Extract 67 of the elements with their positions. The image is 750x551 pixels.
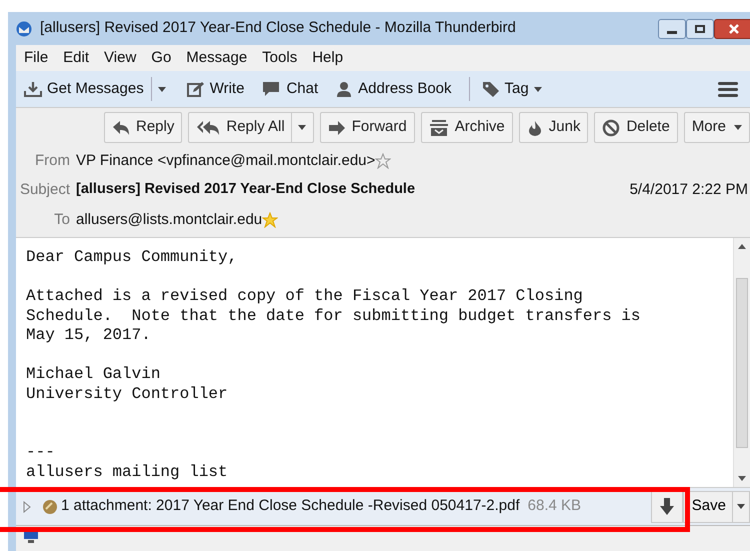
body-line: --- <box>26 443 56 462</box>
download-tray-icon <box>24 81 42 97</box>
toolbar-button[interactable]: Tag <box>482 78 542 100</box>
subject-label: Subject <box>18 180 71 200</box>
to-label: To <box>53 210 71 230</box>
prohibited-icon <box>602 118 620 136</box>
scroll-down-icon[interactable] <box>738 476 746 481</box>
save-button[interactable]: Save <box>682 490 750 522</box>
download-icon[interactable] <box>650 490 683 522</box>
date-text: 5/4/2017 2:22 PM <box>630 180 749 200</box>
body-line: Attached is a revised copy of the Fiscal Year 2017 Closing <box>26 287 584 306</box>
maximize-button[interactable] <box>686 18 714 38</box>
body-line: Dear Campus Community, <box>26 248 238 268</box>
menu-item[interactable]: Message <box>186 46 248 70</box>
scrollbar[interactable] <box>733 238 750 487</box>
toolbar-button[interactable]: Chat <box>261 78 318 100</box>
body-line: Michael Galvin <box>26 365 162 384</box>
close-icon <box>729 24 739 34</box>
message-action-button[interactable]: Reply All <box>188 112 314 143</box>
app-logo-icon <box>16 20 32 36</box>
caret-icon <box>298 125 306 130</box>
caret-icon <box>737 504 745 509</box>
message-action-button[interactable]: Archive <box>420 112 513 143</box>
star-icon[interactable] <box>375 153 392 169</box>
scroll-up-icon[interactable] <box>738 244 746 249</box>
toolbar-button[interactable]: Get Messages <box>24 78 144 100</box>
message-action-button[interactable]: Delete <box>594 112 678 143</box>
recipient-address[interactable]: allusers@lists.montclair.edu <box>76 208 262 232</box>
right-arrow-icon <box>328 120 346 136</box>
body-line: University Controller <box>26 384 229 404</box>
message-action-button[interactable]: Junk <box>518 112 588 143</box>
message-action-button[interactable]: More <box>684 112 750 143</box>
archive-box-icon <box>428 120 449 136</box>
attachment-size: 68.4 KB <box>528 496 582 516</box>
flame-icon <box>526 120 543 136</box>
minimize-button[interactable] <box>658 18 686 38</box>
person-icon <box>335 81 354 97</box>
expand-triangle-icon[interactable] <box>22 500 32 512</box>
from-label: From <box>34 150 71 171</box>
body-line: Schedule. Note that the date for submitting budget transfers is <box>26 306 642 326</box>
caret-icon <box>534 86 542 92</box>
attachment-summary[interactable]: 1 attachment: 2017 Year End Close Schedule -Revised 050417-2.pdf <box>61 495 520 518</box>
toolbar-button[interactable]: Write <box>186 78 244 100</box>
subject-text: [allusers] Revised 2017 Year-End Close Schedule <box>76 180 416 200</box>
tag-icon <box>482 81 500 97</box>
menu-icon[interactable] <box>718 82 738 96</box>
pencil-icon <box>186 81 205 97</box>
menu-item[interactable]: Edit <box>63 46 90 70</box>
menu-item[interactable]: File <box>24 46 48 70</box>
body-line: May 15, 2017. <box>26 326 152 346</box>
body-line: allusers mailing list <box>26 462 229 482</box>
speech-bubble-icon <box>261 81 282 97</box>
window-title: [allusers] Revised 2017 Year-End Close Schedule - Mozilla Thunderbird <box>40 18 517 38</box>
caret-icon <box>734 125 742 130</box>
toolbar-button[interactable]: Address Book <box>335 78 452 100</box>
caret-icon <box>158 86 166 92</box>
menu-item[interactable]: Go <box>151 46 172 70</box>
message-action-button[interactable]: Forward <box>320 112 415 143</box>
message-action-button[interactable]: Reply <box>104 112 182 143</box>
reply-arrow-icon <box>112 120 130 136</box>
menu-item[interactable]: View <box>104 46 136 70</box>
sender-address[interactable]: VP Finance <vpfinance@mail.montclair.edu> <box>76 150 376 172</box>
star-icon[interactable] <box>262 212 278 228</box>
double-reply-arrow-icon <box>196 120 220 136</box>
menu-item[interactable]: Tools <box>262 46 298 70</box>
menu-item[interactable]: Help <box>312 46 344 70</box>
close-button[interactable] <box>714 18 750 38</box>
